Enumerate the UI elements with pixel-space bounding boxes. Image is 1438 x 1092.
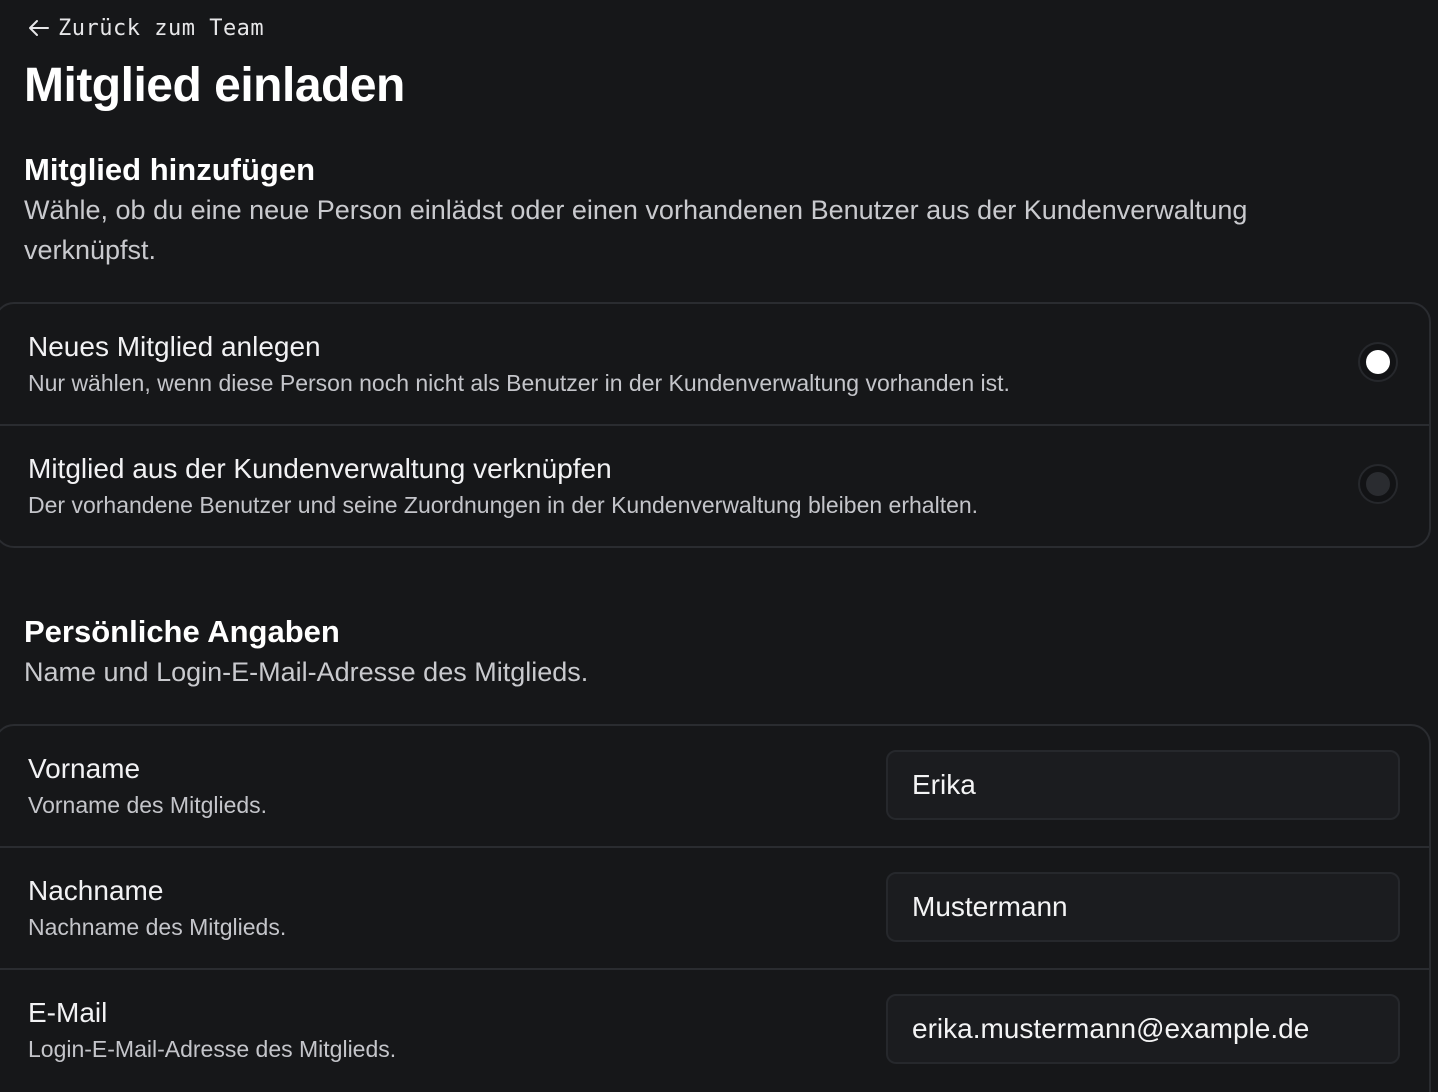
email-field-wrapper <box>886 994 1400 1064</box>
last-name-input[interactable] <box>888 874 1398 940</box>
section-title-personal-details: Persönliche Angaben <box>24 614 340 649</box>
radio-link-existing-member[interactable] <box>1358 464 1398 504</box>
section-description-add-member: Wähle, ob du eine neue Person einlädst o… <box>24 195 1248 265</box>
field-row-email: E-Mail Login-E-Mail-Adresse des Mitglied… <box>0 970 1429 1092</box>
option-label: Mitglied aus der Kundenverwaltung verknü… <box>28 453 612 484</box>
section-description-personal-details: Name und Login-E-Mail-Adresse des Mitgli… <box>24 657 589 687</box>
option-label: Neues Mitglied anlegen <box>28 331 321 362</box>
section-title-add-member: Mitglied hinzufügen <box>24 152 316 187</box>
field-description: Vorname des Mitglieds. <box>28 792 268 818</box>
option-description: Nur wählen, wenn diese Person noch nicht… <box>28 370 1010 396</box>
field-label: E-Mail <box>28 997 108 1028</box>
back-to-team-link[interactable]: Zurück zum Team <box>28 12 264 44</box>
page-title: Mitglied einladen <box>24 59 405 112</box>
field-label: Vorname <box>28 753 141 784</box>
invite-member-page: Zurück zum Team Mitglied einladen Mitgli… <box>0 0 1438 1092</box>
add-member-section-header: Mitglied hinzufügen Wähle, ob du eine ne… <box>24 150 1348 270</box>
personal-details-form: Vorname Vorname des Mitglieds. Nachname … <box>0 724 1431 1092</box>
member-type-options: Neues Mitglied anlegen Nur wählen, wenn … <box>0 302 1431 548</box>
option-new-member[interactable]: Neues Mitglied anlegen Nur wählen, wenn … <box>0 304 1429 426</box>
first-name-input[interactable] <box>888 752 1398 818</box>
field-label: Nachname <box>28 875 164 906</box>
radio-selected-dot <box>1366 350 1390 374</box>
arrow-left-icon <box>28 19 50 37</box>
field-row-last-name: Nachname Nachname des Mitglieds. <box>0 848 1429 970</box>
email-input[interactable] <box>888 996 1398 1062</box>
first-name-field-wrapper <box>886 750 1400 820</box>
field-row-first-name: Vorname Vorname des Mitglieds. <box>0 726 1429 848</box>
personal-details-section-header: Persönliche Angaben Name und Login-E-Mai… <box>24 612 1348 692</box>
option-link-existing-member[interactable]: Mitglied aus der Kundenverwaltung verknü… <box>0 426 1429 546</box>
field-description: Login-E-Mail-Adresse des Mitglieds. <box>28 1036 397 1062</box>
radio-unselected-dot <box>1366 472 1390 496</box>
field-description: Nachname des Mitglieds. <box>28 914 287 940</box>
radio-new-member[interactable] <box>1358 342 1398 382</box>
back-link-label: Zurück zum Team <box>58 15 265 41</box>
last-name-field-wrapper <box>886 872 1400 942</box>
option-description: Der vorhandene Benutzer und seine Zuordn… <box>28 492 979 518</box>
